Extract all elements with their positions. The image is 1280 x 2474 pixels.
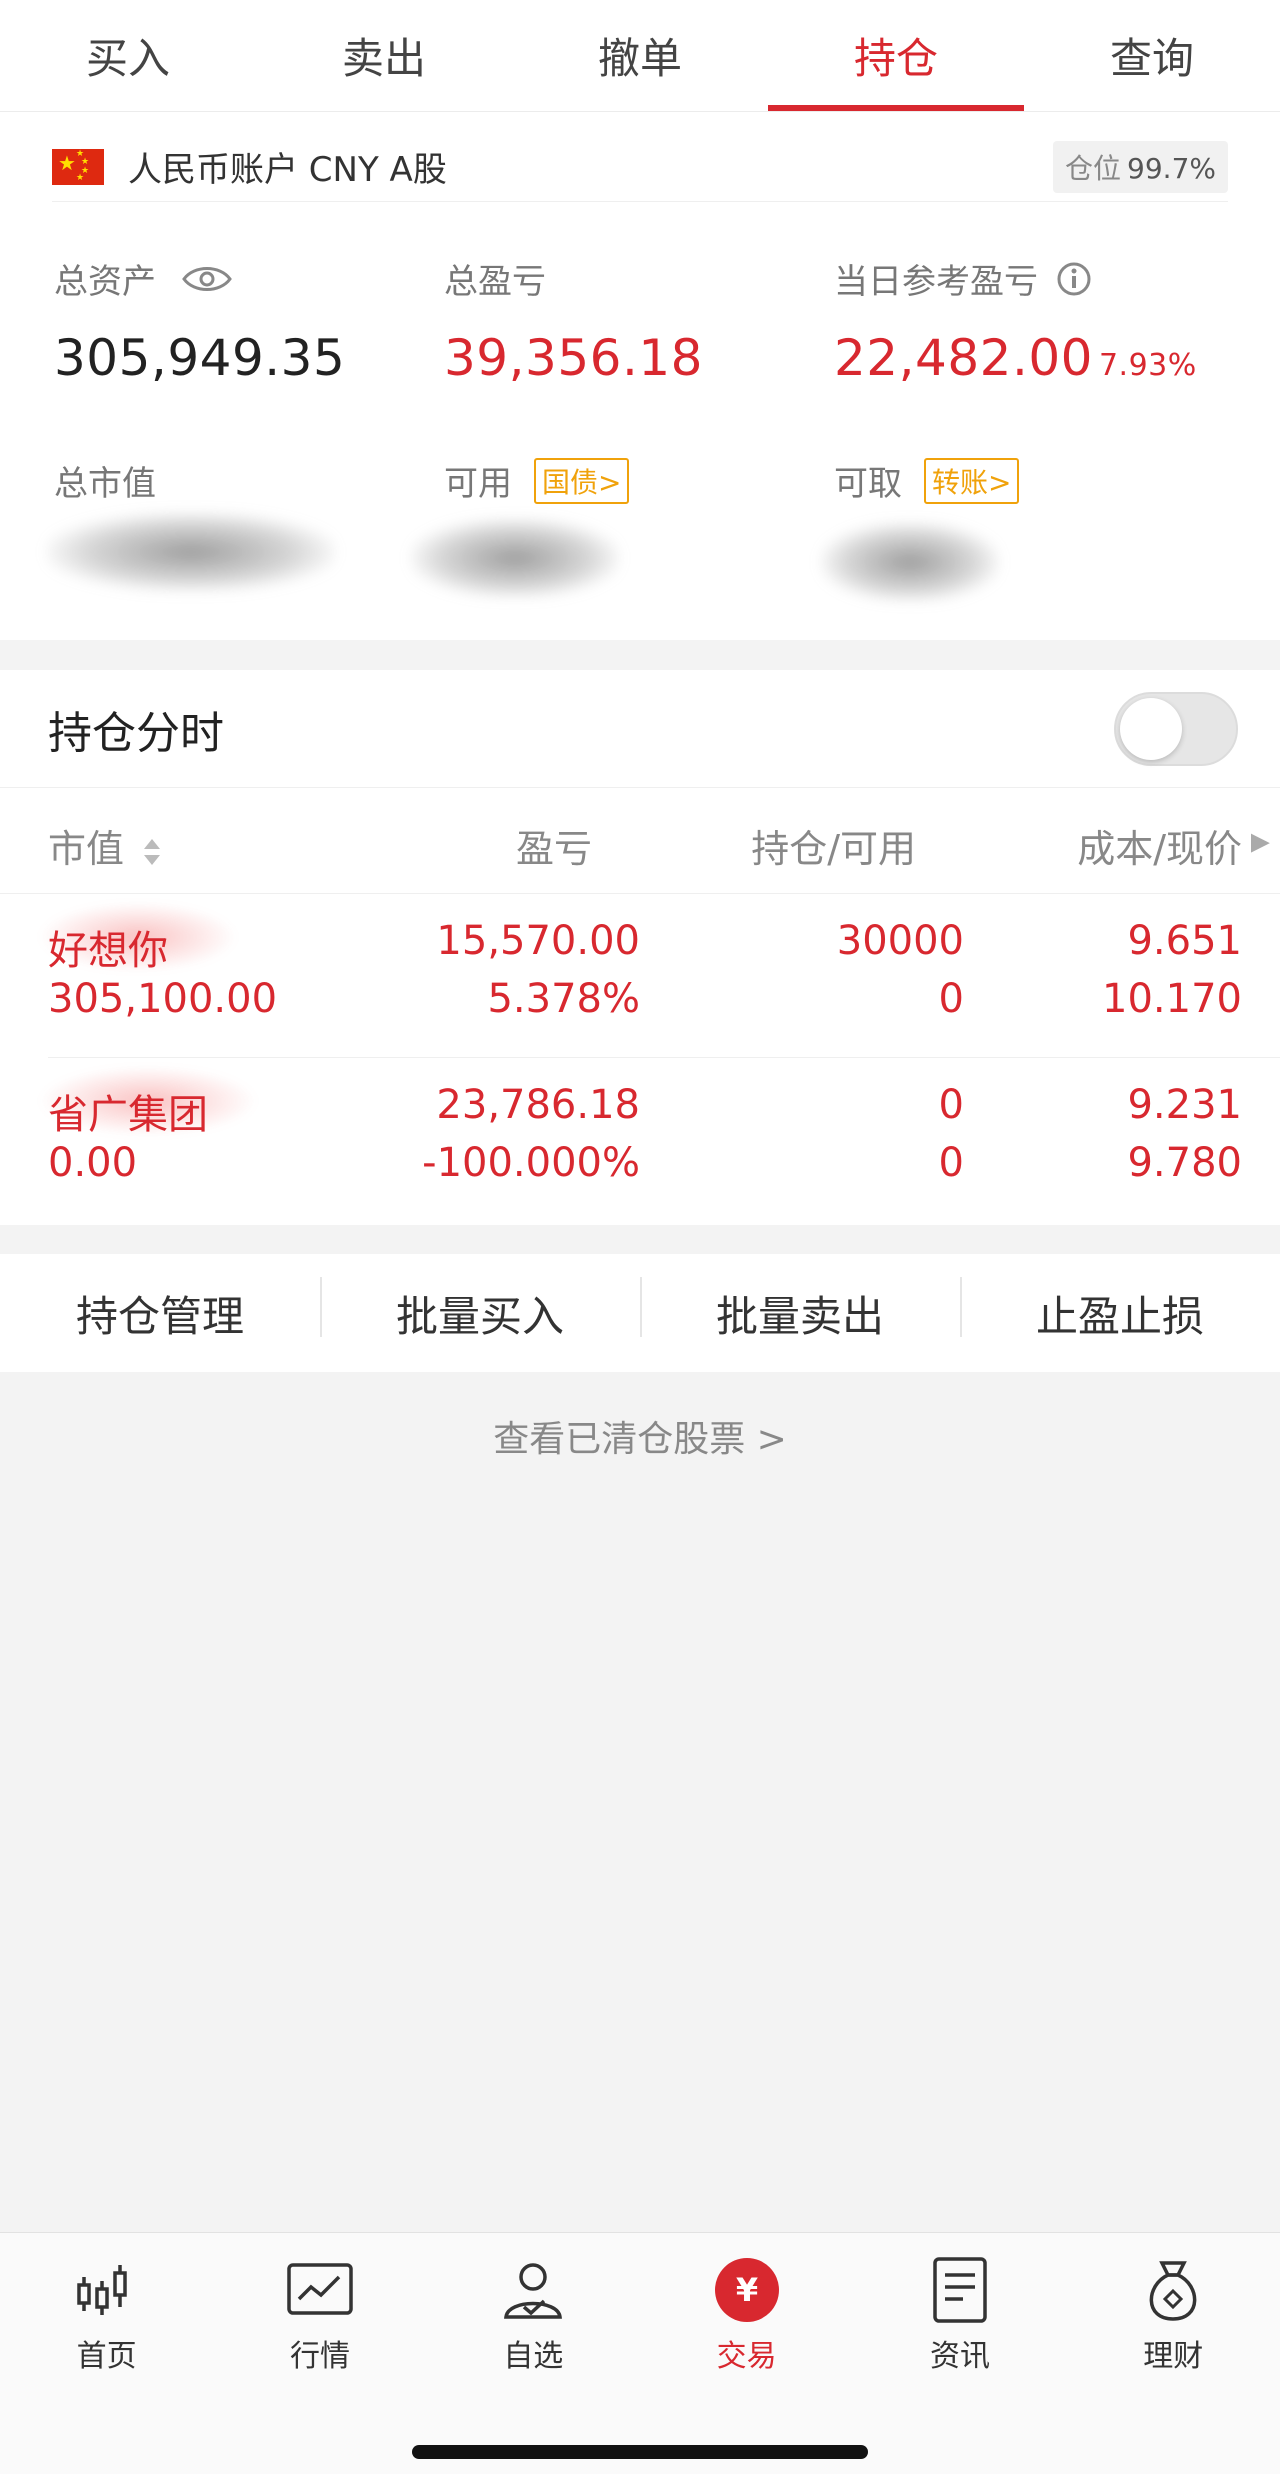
toggle-knob <box>1120 697 1182 760</box>
stock-price: 9.780 <box>1127 1140 1242 1186</box>
tab-buy[interactable]: 买入 <box>0 0 256 111</box>
bottom-nav: 首页 行情 自选 ¥ 交易 资讯 理财 <box>0 2232 1280 2474</box>
transfer-tag[interactable]: 转账> <box>924 457 1020 504</box>
stock-pl-percent: -100.000% <box>422 1140 640 1186</box>
stock-available: 0 <box>938 1140 964 1186</box>
holdings-action-bar: 持仓管理 批量买入 批量卖出 止盈止损 <box>0 1254 1280 1372</box>
col-profit-loss: 盈亏 <box>515 827 592 871</box>
holding-row[interactable]: 省广集团 0.00 23,786.18 -100.000% 0 0 9.231 … <box>38 1058 1280 1222</box>
total-pl-value: 39,356.18 <box>444 329 703 387</box>
nav-trade[interactable]: ¥ 交易 <box>640 2233 853 2383</box>
col-cost-price: 成本/现价 <box>1077 827 1242 871</box>
nav-trade-label: 交易 <box>716 2339 777 2374</box>
nav-market[interactable]: 行情 <box>213 2233 426 2383</box>
sort-icon <box>144 838 161 865</box>
chart-icon <box>287 2263 353 2315</box>
stock-available: 0 <box>938 976 964 1022</box>
daily-pl-percent: 7.93% <box>1098 348 1197 383</box>
candlestick-icon <box>76 2265 127 2315</box>
nav-news[interactable]: 资讯 <box>853 2233 1066 2383</box>
daily-pl-label: 当日参考盈亏 <box>834 262 1038 302</box>
stock-name: 省广集团 <box>48 1092 208 1138</box>
document-icon <box>933 2257 987 2323</box>
user-check-icon <box>504 2263 563 2319</box>
account-row[interactable]: ★ ★ ★ ★ ★ 人民币账户 CNY A股 仓位 99.7% <box>52 132 1228 202</box>
account-name: 人民币账户 CNY A股 <box>128 150 447 190</box>
position-ratio-value: 99.7% <box>1127 151 1216 185</box>
market-value-redacted <box>46 512 336 592</box>
col-market-value[interactable]: 市值 <box>48 818 164 873</box>
view-cleared-stocks-link[interactable]: 查看已清仓股票 > <box>0 1410 1280 1462</box>
eye-icon[interactable] <box>182 263 232 295</box>
top-tab-bar: 买入 卖出 撤单 持仓 查询 <box>0 0 1280 112</box>
daily-pl-value: 22,482.00 <box>834 329 1093 387</box>
total-pl-label: 总盈亏 <box>444 262 546 302</box>
tab-sell[interactable]: 卖出 <box>256 0 512 111</box>
stock-cost: 9.231 <box>1127 1082 1242 1128</box>
market-value-label: 总市值 <box>54 464 156 504</box>
intraday-toggle[interactable] <box>1114 691 1238 766</box>
money-bag-icon <box>1149 2261 1197 2321</box>
nav-watchlist-label: 自选 <box>503 2339 564 2374</box>
nav-home-label: 首页 <box>76 2339 137 2374</box>
holdings-title: 持仓分时 <box>48 707 224 759</box>
position-ratio-label: 仓位 <box>1065 151 1122 185</box>
stock-name: 好想你 <box>48 928 168 974</box>
nav-news-label: 资讯 <box>929 2339 990 2374</box>
svg-text:¥: ¥ <box>736 2271 758 2309</box>
stock-pl: 15,570.00 <box>436 918 640 964</box>
treasury-bond-tag[interactable]: 国债> <box>534 457 630 504</box>
stock-position: 30000 <box>836 918 964 964</box>
available-redacted <box>410 518 620 598</box>
total-profit-loss: 总盈亏 39,356.18 <box>444 254 834 387</box>
nav-wealth-label: 理财 <box>1143 2339 1204 2374</box>
daily-profit-loss: 当日参考盈亏 22,482.00 7.93% <box>834 254 1254 387</box>
total-assets-label: 总资产 <box>54 262 156 302</box>
nav-home[interactable]: 首页 <box>0 2233 213 2383</box>
tab-cancel-order[interactable]: 撤单 <box>512 0 768 111</box>
tab-query[interactable]: 查询 <box>1024 0 1280 111</box>
account-summary: ★ ★ ★ ★ ★ 人民币账户 CNY A股 仓位 99.7% 总资产 305,9… <box>0 112 1280 640</box>
holdings-column-header: 市值 盈亏 持仓/可用 成本/现价 ▸ <box>0 788 1280 894</box>
tab-positions[interactable]: 持仓 <box>768 0 1024 111</box>
nav-wealth[interactable]: 理财 <box>1067 2233 1280 2383</box>
nav-watchlist[interactable]: 自选 <box>427 2233 640 2383</box>
stock-price: 10.170 <box>1102 976 1242 1022</box>
batch-sell-button[interactable]: 批量卖出 <box>640 1276 960 1344</box>
holdings-title-row: 持仓分时 <box>0 670 1280 788</box>
home-indicator[interactable] <box>412 2445 868 2459</box>
available-label: 可用 <box>444 464 512 504</box>
stock-cost: 9.651 <box>1127 918 1242 964</box>
china-flag-icon: ★ ★ ★ ★ ★ <box>52 148 104 185</box>
stock-position: 0 <box>938 1082 964 1128</box>
col-position-available: 持仓/可用 <box>751 827 916 871</box>
stock-market-value: 0.00 <box>48 1140 138 1186</box>
holding-row[interactable]: 好想你 305,100.00 15,570.00 5.378% 30000 0 … <box>38 894 1280 1058</box>
batch-buy-button[interactable]: 批量买入 <box>320 1276 640 1344</box>
holdings-panel: 持仓分时 市值 盈亏 持仓/可用 成本/现价 ▸ 好想你 305,100.00 … <box>0 670 1280 1225</box>
market-value: 总市值 <box>54 456 444 505</box>
stock-market-value: 305,100.00 <box>48 976 278 1022</box>
withdrawable-label: 可取 <box>834 464 902 504</box>
yuan-icon: ¥ <box>714 2258 779 2322</box>
stock-pl: 23,786.18 <box>436 1082 640 1128</box>
available-funds: 可用 国债> <box>444 456 834 505</box>
chevron-right-icon[interactable]: ▸ <box>1251 818 1270 862</box>
total-assets-value: 305,949.35 <box>54 329 346 387</box>
position-management-button[interactable]: 持仓管理 <box>0 1283 320 1344</box>
withdrawable-redacted <box>820 522 1000 602</box>
withdrawable-funds: 可取 转账> <box>834 456 1224 505</box>
position-ratio-badge: 仓位 99.7% <box>1053 140 1228 193</box>
nav-market-label: 行情 <box>289 2339 350 2374</box>
stock-pl-percent: 5.378% <box>487 976 640 1022</box>
col-market-value-label: 市值 <box>48 827 125 871</box>
total-assets: 总资产 305,949.35 <box>54 254 444 387</box>
stop-profit-loss-button[interactable]: 止盈止损 <box>960 1276 1280 1344</box>
info-icon[interactable] <box>1056 261 1092 297</box>
